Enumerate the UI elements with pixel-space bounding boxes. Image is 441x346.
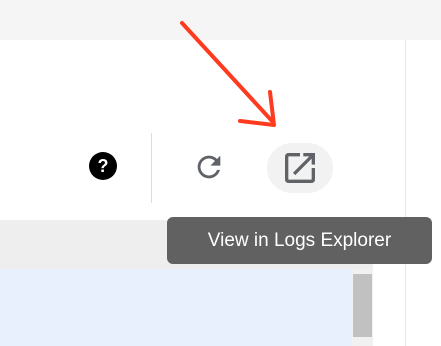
open-in-new-icon: [285, 153, 315, 183]
svg-text:?: ?: [98, 156, 109, 176]
scrollbar-thumb[interactable]: [353, 274, 372, 337]
help-circle-icon: ?: [89, 152, 117, 180]
tooltip-text: View in Logs Explorer: [207, 229, 392, 251]
refresh-icon: [197, 155, 221, 179]
tooltip: View in Logs Explorer: [167, 217, 432, 264]
toolbar-divider: [151, 133, 152, 203]
help-button[interactable]: ?: [83, 146, 123, 186]
view-in-logs-explorer-button[interactable]: [267, 143, 333, 193]
table-row-selected[interactable]: [0, 269, 352, 346]
top-bar: [0, 0, 441, 40]
refresh-button[interactable]: [187, 145, 231, 189]
right-gutter: [406, 40, 441, 346]
